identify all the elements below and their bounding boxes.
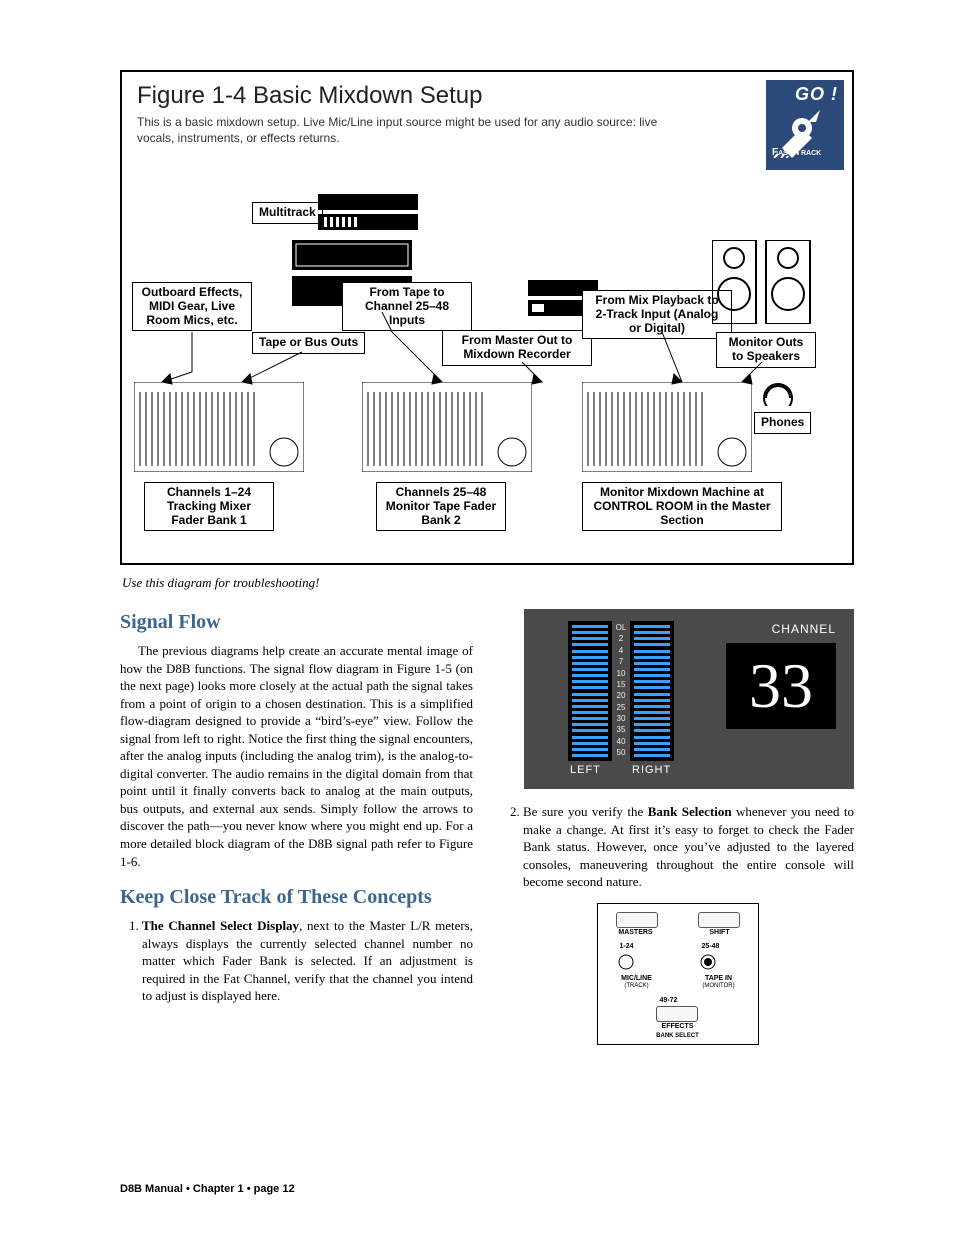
- multitrack-icon: [318, 194, 418, 230]
- item2-bold: Bank Selection: [648, 804, 732, 819]
- label-from-tape: From Tape to Channel 25–48 Inputs: [342, 282, 472, 331]
- label-monitor-outs: Monitor Outs to Speakers: [716, 332, 816, 368]
- label-from-master: From Master Out to Mixdown Recorder: [442, 330, 592, 366]
- concept-item-1: The Channel Select Display, next to the …: [142, 917, 473, 1005]
- channel-word: CHANNEL: [772, 621, 836, 637]
- mixer-master-icon: [582, 382, 752, 472]
- meter-left-label: LEFT: [570, 763, 601, 778]
- label-ch1: Channels 1–24 Tracking Mixer Fader Bank …: [144, 482, 274, 531]
- item2-pre: Be sure you verify the: [523, 804, 648, 819]
- channel-number-display: 33: [726, 643, 836, 729]
- item1-bold: The Channel Select Display: [142, 918, 299, 933]
- effects-button-icon: [656, 1006, 698, 1022]
- mixer-bank2-icon: [362, 382, 532, 472]
- figure-box: Figure 1-4 Basic Mixdown Setup This is a…: [120, 70, 854, 565]
- label-monmix: Monitor Mixdown Machine at CONTROL ROOM …: [582, 482, 782, 531]
- label-outboard: Outboard Effects, MIDI Gear, Live Room M…: [132, 282, 252, 331]
- masters-button-icon: [616, 912, 658, 928]
- meter-right-label: RIGHT: [632, 763, 671, 778]
- meter-left: [568, 621, 612, 761]
- page-footer: D8B Manual • Chapter 1 • page 12: [120, 1183, 295, 1195]
- b1-label: 1-24: [620, 942, 634, 951]
- shift-label: SHIFT: [702, 928, 738, 937]
- masters-label: MASTERS: [618, 928, 654, 937]
- meter-right: [630, 621, 674, 761]
- signal-flow-body: The previous diagrams help create an acc…: [120, 642, 473, 870]
- channel-meter-panel: OL2471015202530354050 LEFT RIGHT CHANNEL…: [524, 609, 854, 789]
- speakers-icon: [712, 240, 812, 324]
- figure-intro: This is a basic mixdown setup. Live Mic/…: [137, 114, 697, 146]
- b3-label: 49-72: [660, 996, 678, 1005]
- bank-select-diagram: MASTERS SHIFT 1-24 25-48 MIC/LINE (TRACK…: [597, 903, 759, 1045]
- radio-off-icon: [616, 952, 636, 972]
- radio-on-icon: [698, 952, 718, 972]
- figure-title: Figure 1-4 Basic Mixdown Setup: [137, 82, 837, 110]
- heading-keep-close: Keep Close Track of These Concepts: [120, 884, 473, 911]
- shift-button-icon: [698, 912, 740, 928]
- meter-scale: OL2471015202530354050: [612, 621, 630, 761]
- bank-select-label: BANK SELECT: [648, 1032, 708, 1040]
- label-multitrack: Multitrack: [252, 202, 323, 224]
- fast-track-label: Fast Track: [772, 147, 821, 158]
- headphones-icon: [758, 372, 798, 406]
- concept-item-2: Be sure you verify the Bank Selection wh…: [523, 803, 854, 891]
- label-from-mix: From Mix Playback to 2-Track Input (Anal…: [582, 290, 732, 339]
- label-phones: Phones: [754, 412, 811, 434]
- label-ch25: Channels 25–48 Monitor Tape Fader Bank 2: [376, 482, 506, 531]
- effects-label: EFFECTS: [658, 1022, 698, 1031]
- label-tape-bus: Tape or Bus Outs: [252, 332, 365, 354]
- tape2-label: (MONITOR): [694, 982, 744, 990]
- b2-label: 25-48: [702, 942, 720, 951]
- mic2-label: (TRACK): [612, 982, 662, 990]
- fast-track-badge: GO ! Fast Track: [766, 80, 844, 170]
- heading-signal-flow: Signal Flow: [120, 609, 473, 636]
- mixer-bank1-icon: [134, 382, 304, 472]
- figure-caption: Use this diagram for troubleshooting!: [122, 575, 854, 591]
